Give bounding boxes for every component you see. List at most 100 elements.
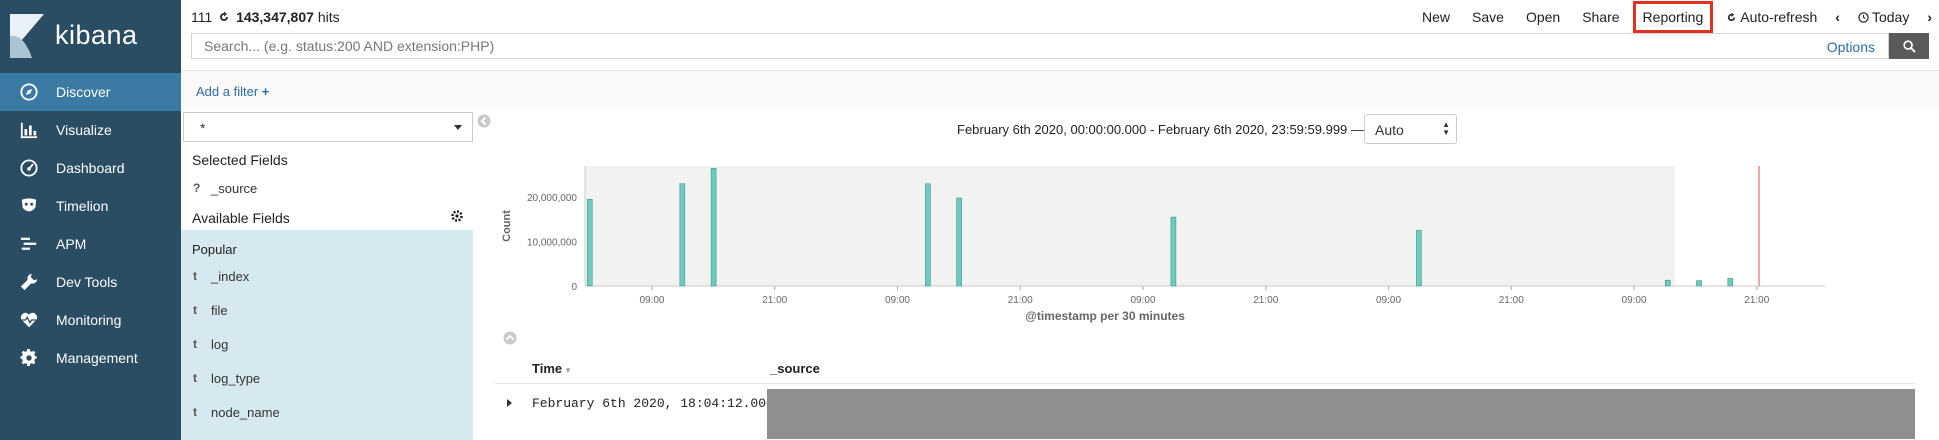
share-button[interactable]: Share	[1571, 9, 1630, 25]
histogram-bar	[925, 183, 931, 287]
field-type-icon: t	[193, 303, 197, 317]
hits-number: 143,347,807	[236, 9, 314, 25]
field-item[interactable]: t _index	[193, 266, 249, 286]
popular-fields-title: Popular	[192, 242, 237, 257]
sidebar-item-visualize[interactable]: Visualize	[0, 111, 181, 149]
field-panel: * Selected Fields ? _source Available Fi…	[181, 110, 473, 440]
caret-down-icon	[454, 125, 462, 130]
x-tick-label: 09:00	[639, 295, 664, 306]
sidebar: kibana Discover Visualize Dashboard Time…	[0, 0, 181, 440]
sidebar-item-dev-tools[interactable]: Dev Tools	[0, 263, 181, 301]
interval-select[interactable]: Auto ▲ ▼	[1364, 114, 1457, 144]
field-settings-gear-icon[interactable]	[451, 210, 463, 222]
kibana-logo-icon[interactable]	[10, 14, 44, 58]
x-tick-label: 21:00	[1008, 295, 1033, 306]
sidebar-item-label: Discover	[56, 84, 111, 100]
top-bar: 111 143,347,807 hits New Save Open Share…	[181, 0, 1939, 33]
sidebar-item-label: Visualize	[56, 122, 112, 138]
field-item[interactable]: t node_name	[193, 402, 280, 422]
filter-bar: Add a filter +	[181, 70, 1939, 111]
gear-icon	[18, 347, 40, 369]
table-header: Time ▾ _source	[495, 355, 1915, 384]
reporting-button[interactable]: Reporting	[1632, 0, 1714, 33]
x-tick-label: 21:00	[762, 295, 787, 306]
collapse-sidebar-icon[interactable]	[477, 114, 491, 128]
y-tick-label: 0	[571, 282, 577, 293]
field-type-icon: t	[193, 337, 197, 351]
plus-icon: +	[261, 84, 270, 99]
expand-row-icon[interactable]	[507, 399, 512, 407]
interval-value: Auto	[1375, 122, 1404, 138]
row-source-redacted	[767, 389, 1915, 439]
sidebar-item-label: Management	[56, 350, 138, 366]
add-filter-label: Add a filter	[196, 84, 259, 99]
field-name: log_type	[211, 370, 261, 386]
search-button[interactable]	[1889, 33, 1929, 59]
index-pattern-select[interactable]: *	[183, 112, 473, 142]
apm-bars-icon	[18, 233, 40, 255]
hits-prefix: 111	[191, 9, 213, 25]
x-tick-label: 21:00	[1253, 295, 1278, 306]
field-item[interactable]: t file	[193, 300, 228, 320]
field-name: node_name	[211, 404, 280, 420]
toolbar: New Save Open Share Reporting Auto-refre…	[1411, 0, 1939, 33]
collapse-chart-icon[interactable]	[503, 331, 517, 345]
sidebar-item-timelion[interactable]: Timelion	[0, 187, 181, 225]
search-input[interactable]	[191, 33, 1889, 59]
sidebar-item-monitoring[interactable]: Monitoring	[0, 301, 181, 339]
options-link[interactable]: Options	[1827, 39, 1875, 55]
time-picker-button[interactable]: Today	[1847, 9, 1920, 25]
available-fields-list: Popular t _index t file t log t log_type t no…	[181, 230, 473, 440]
column-label: Time	[532, 361, 563, 376]
chevron-right-icon[interactable]: ›	[1920, 9, 1939, 25]
histogram-bar	[1696, 280, 1702, 287]
sort-caret-icon: ▾	[565, 365, 571, 375]
hits-count: 111 143,347,807 hits	[191, 9, 340, 25]
histogram-bar	[710, 167, 717, 287]
field-item[interactable]: t log_type	[193, 368, 260, 388]
field-item[interactable]: ? _source	[193, 178, 257, 198]
refresh-icon	[220, 11, 229, 21]
histogram-bar	[1664, 279, 1671, 287]
sidebar-item-dashboard[interactable]: Dashboard	[0, 149, 181, 187]
sidebar-item-apm[interactable]: APM	[0, 225, 181, 263]
open-button[interactable]: Open	[1515, 9, 1571, 25]
chart-background	[585, 166, 1675, 286]
date-range-label: February 6th 2020, 00:00:00.000 - Februa…	[957, 122, 1364, 137]
x-tick-label: 09:00	[1376, 295, 1401, 306]
add-filter-button[interactable]: Add a filter +	[196, 84, 269, 99]
refresh-icon	[1728, 11, 1736, 21]
x-tick-label: 21:00	[1744, 295, 1769, 306]
histogram-chart: 0 10,000,000 20,000,000 09:00 21:00 09:00 21:0…	[501, 166, 1825, 323]
column-header-source: _source	[770, 361, 820, 376]
sidebar-item-label: Dashboard	[56, 160, 125, 176]
search-icon	[1902, 39, 1916, 53]
auto-refresh-label: Auto-refresh	[1740, 8, 1818, 25]
save-button[interactable]: Save	[1461, 9, 1515, 25]
compass-icon	[18, 81, 40, 103]
sidebar-nav: Discover Visualize Dashboard Timelion AP…	[0, 73, 181, 377]
wrench-icon	[18, 271, 40, 293]
time-picker-label: Today	[1871, 8, 1910, 25]
search-row: Options	[181, 33, 1939, 61]
sidebar-item-label: APM	[56, 236, 87, 252]
y-axis-label: Count	[501, 210, 513, 242]
index-pattern-value: *	[200, 120, 206, 136]
histogram-bar	[1727, 278, 1734, 287]
table-row: February 6th 2020, 18:04:12.000	[495, 389, 1915, 439]
kibana-brand[interactable]: kibana	[55, 20, 138, 51]
select-arrows-icon: ▲ ▼	[1442, 120, 1450, 137]
auto-refresh-button[interactable]: Auto-refresh	[1715, 9, 1828, 25]
sidebar-item-label: Timelion	[56, 198, 109, 214]
sidebar-item-discover[interactable]: Discover	[0, 73, 181, 111]
y-tick-label: 20,000,000	[527, 193, 577, 204]
column-header-time[interactable]: Time ▾	[532, 361, 570, 376]
hits-suffix: hits	[317, 9, 340, 25]
field-name: _source	[211, 180, 258, 196]
new-button[interactable]: New	[1411, 9, 1461, 25]
sidebar-item-management[interactable]: Management	[0, 339, 181, 377]
field-item[interactable]: t log	[193, 334, 228, 354]
field-type-icon: t	[193, 405, 197, 419]
chevron-left-icon[interactable]: ‹	[1828, 9, 1847, 25]
field-type-icon: t	[193, 371, 197, 385]
